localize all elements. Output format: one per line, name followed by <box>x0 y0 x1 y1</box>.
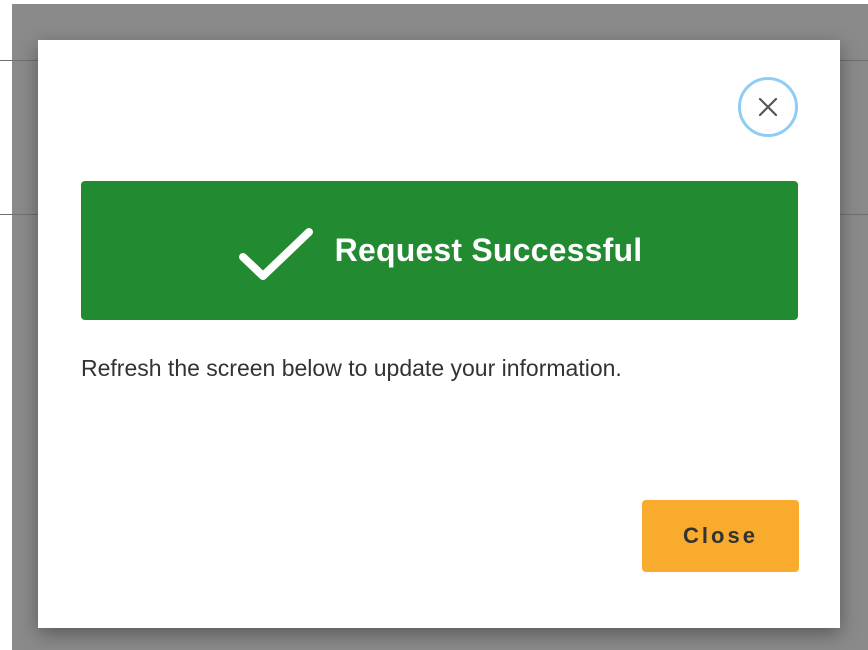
close-icon <box>758 97 778 117</box>
dialog-close-icon-button[interactable] <box>738 77 798 137</box>
backdrop-left-strip <box>0 0 12 650</box>
close-button[interactable]: Close <box>642 500 799 572</box>
check-icon <box>238 227 313 280</box>
success-dialog: Request Successful Refresh the screen be… <box>38 40 840 628</box>
success-banner: Request Successful <box>81 181 798 320</box>
backdrop-top-strip <box>0 0 868 4</box>
dialog-message: Refresh the screen below to update your … <box>81 355 622 381</box>
banner-title: Request Successful <box>334 232 643 268</box>
